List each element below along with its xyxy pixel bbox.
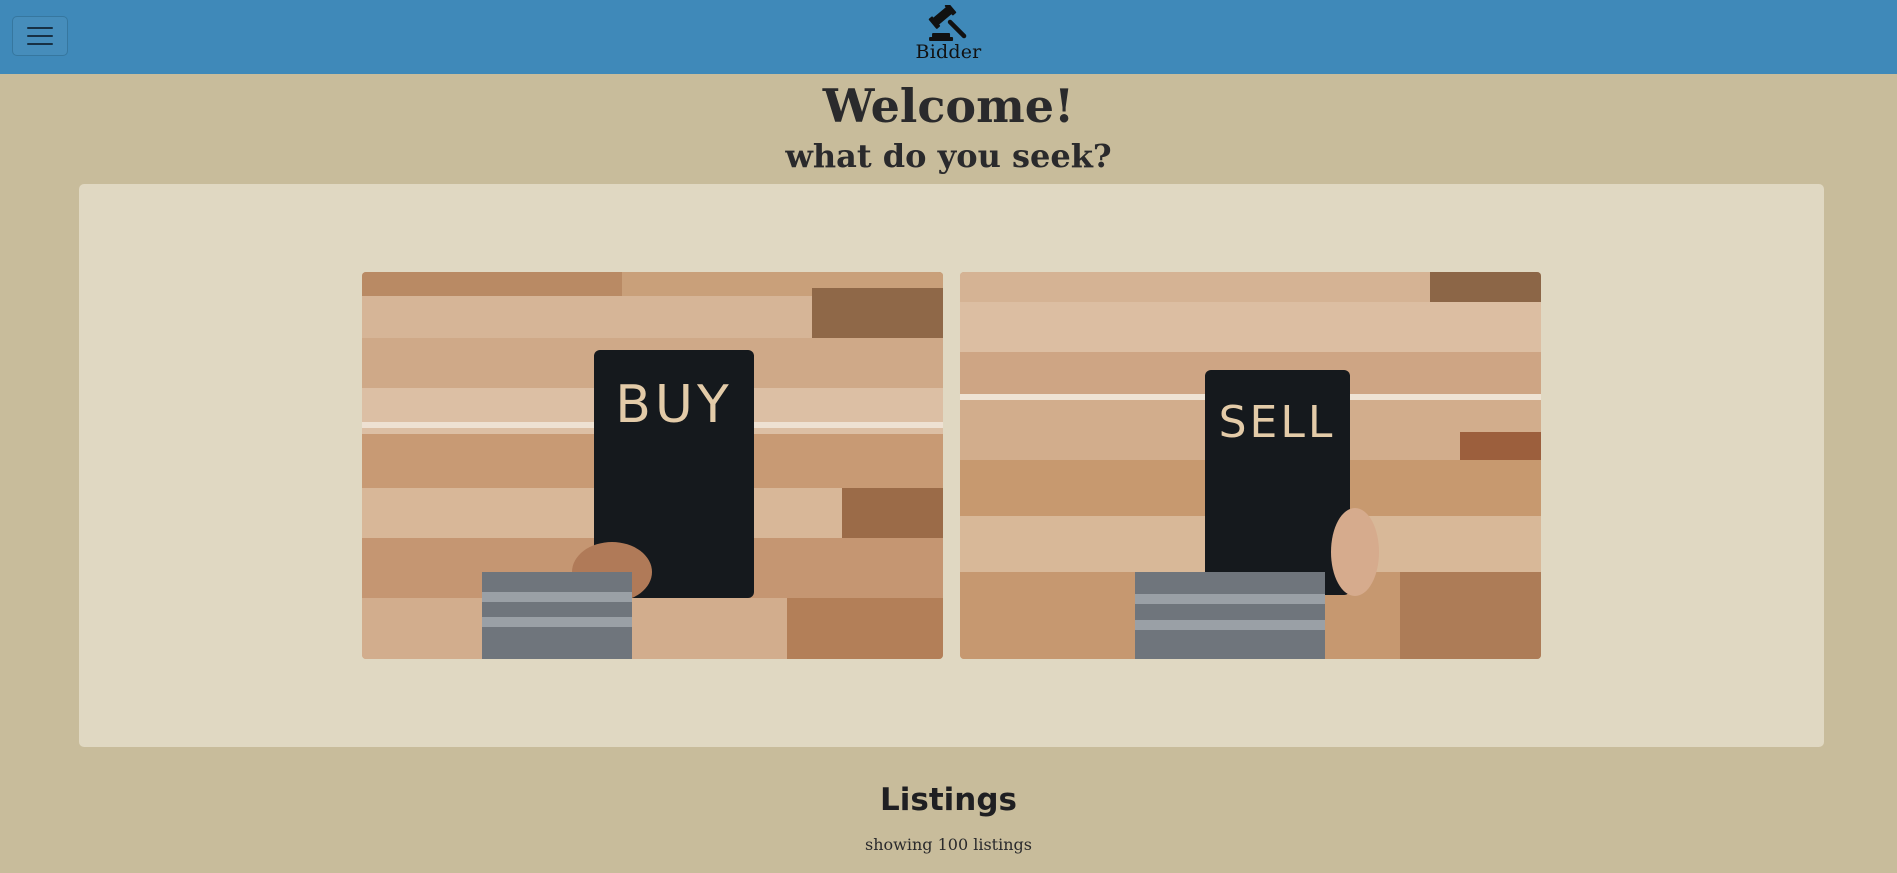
- buy-card[interactable]: BUY: [362, 272, 943, 659]
- sell-label: SELL: [1219, 397, 1336, 448]
- brand-name: Bidder: [915, 41, 982, 63]
- hamburger-icon-bar: [27, 35, 53, 37]
- navbar: Bidder: [0, 0, 1897, 74]
- brand-link[interactable]: Bidder: [916, 5, 982, 63]
- hamburger-icon-bar: [27, 43, 53, 45]
- listings-count: showing 100 listings: [865, 835, 1032, 854]
- hamburger-icon-bar: [27, 27, 53, 29]
- sell-card[interactable]: SELL: [960, 272, 1541, 659]
- choice-panel: BUY SELL: [79, 184, 1824, 747]
- menu-toggle-button[interactable]: [12, 16, 68, 56]
- listings-heading: Listings: [880, 782, 1017, 818]
- welcome-heading: Welcome!: [822, 79, 1075, 133]
- welcome-subtitle: what do you seek?: [785, 137, 1112, 175]
- sell-image: SELL: [960, 272, 1541, 659]
- gavel-icon: [927, 5, 971, 43]
- buy-image: BUY: [362, 272, 943, 659]
- buy-label: BUY: [615, 375, 733, 435]
